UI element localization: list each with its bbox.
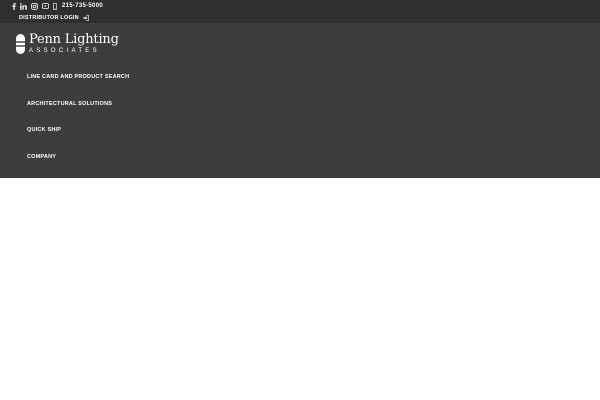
phone-number: 215-735-5000 [62, 3, 103, 9]
distributor-login-link[interactable]: DISTRIBUTOR LOGIN [19, 13, 89, 22]
nav-item-quick-ship[interactable]: QUICK SHIP [27, 127, 61, 133]
logo[interactable]: Penn Lighting ASSOCIATES [16, 32, 119, 59]
logo-sub-text: ASSOCIATES [29, 48, 100, 54]
instagram-icon[interactable] [31, 1, 38, 11]
phone-contact[interactable]: 215-735-5000 [53, 1, 103, 11]
social-links [12, 1, 53, 11]
nav-item-architectural-solutions[interactable]: ARCHITECTURAL SOLUTIONS [27, 101, 112, 107]
linkedin-icon[interactable] [20, 1, 27, 11]
sign-in-icon [83, 14, 89, 21]
page-body [0, 178, 600, 400]
site-header: 215-735-5000 DISTRIBUTOR LOGIN Penn Ligh… [0, 0, 600, 178]
logo-mark-icon [16, 34, 25, 59]
nav-item-line-card[interactable]: LINE CARD AND PRODUCT SEARCH [27, 74, 129, 80]
facebook-icon[interactable] [12, 1, 16, 11]
youtube-icon[interactable] [42, 1, 49, 11]
nav-item-company[interactable]: COMPANY [27, 154, 56, 160]
distributor-login-label: DISTRIBUTOR LOGIN [19, 14, 79, 21]
logo-main-text: Penn Lighting [29, 32, 119, 47]
